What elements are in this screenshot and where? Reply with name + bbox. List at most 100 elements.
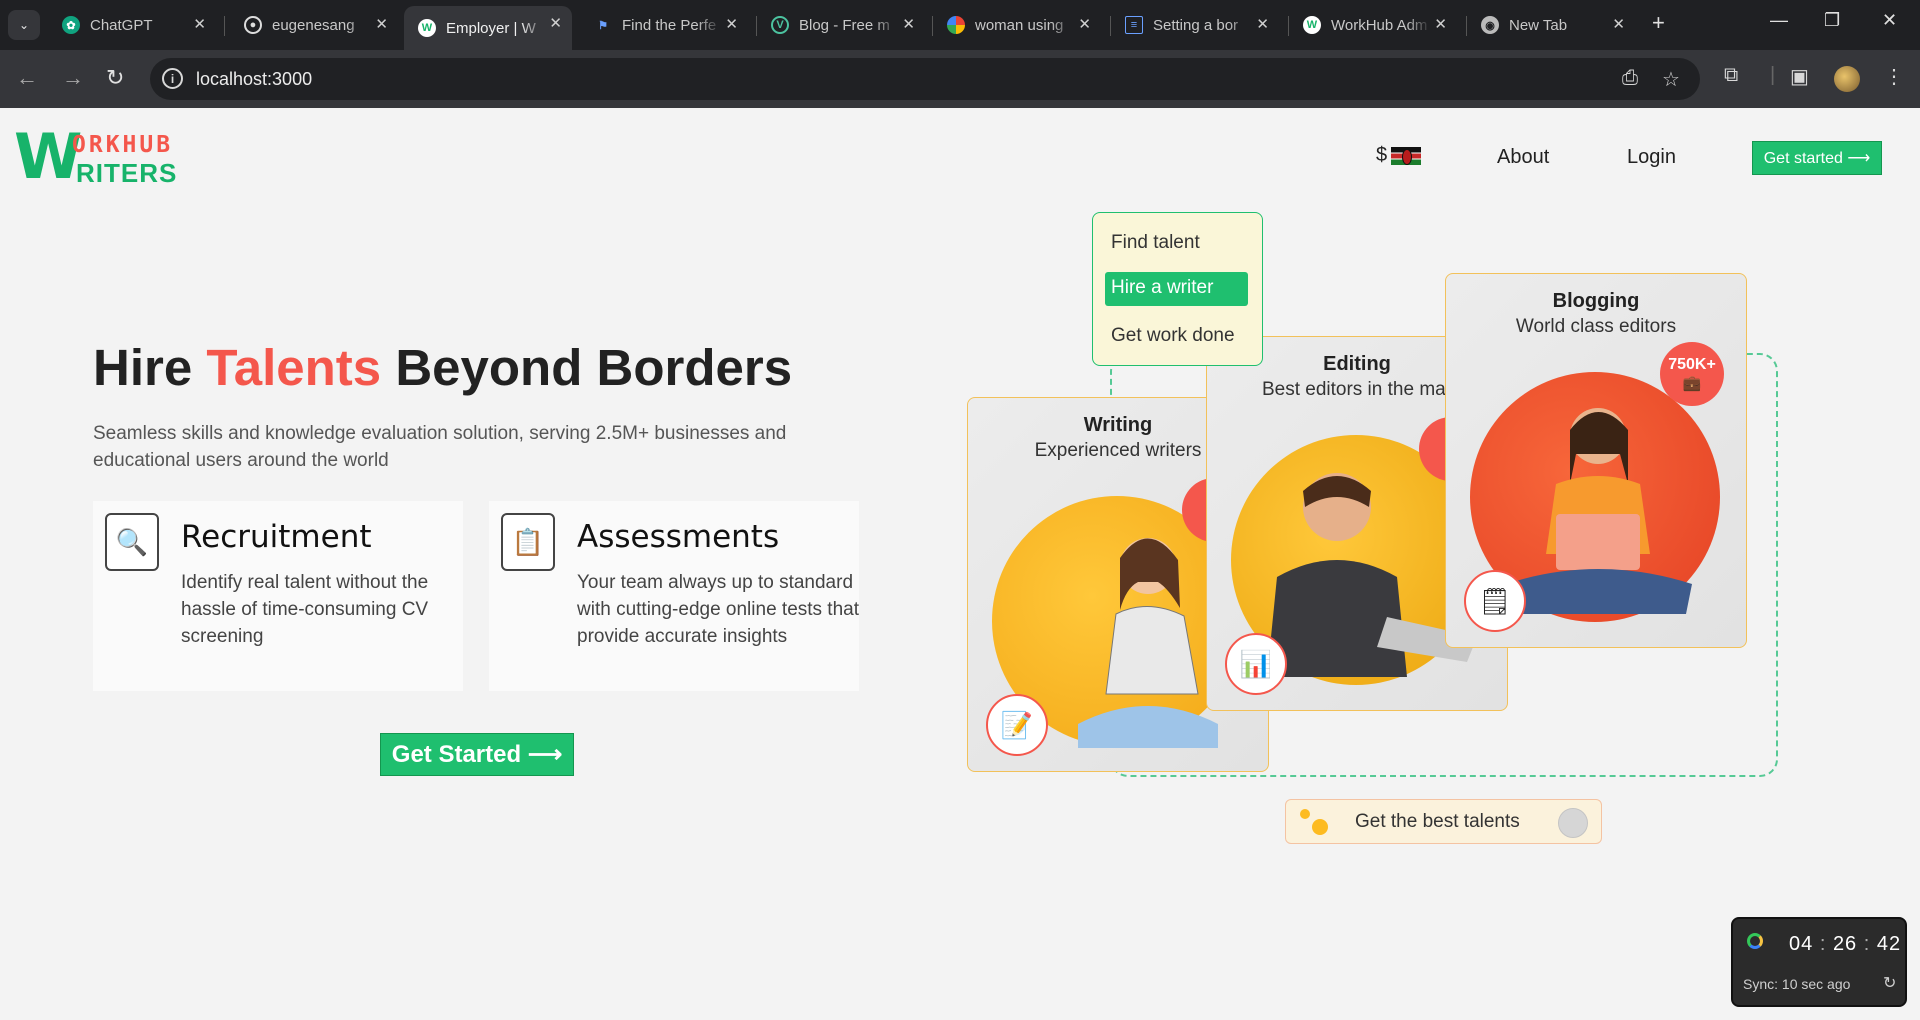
timer-seconds: 42 — [1876, 933, 1902, 955]
close-icon[interactable]: ✕ — [1612, 15, 1625, 33]
tab-title: ChatGPT — [90, 16, 153, 34]
close-icon[interactable]: ✕ — [549, 14, 562, 32]
nav-about[interactable]: About — [1497, 146, 1549, 169]
hire-menu-popup: Find talent Hire a writer Get work done — [1092, 212, 1263, 366]
blog-icon: 🗒 — [1464, 570, 1526, 632]
menu-item-find-talent[interactable]: Find talent — [1111, 232, 1200, 254]
currency-symbol: $ — [1376, 144, 1388, 166]
get-started-nav-button[interactable]: Get started ⟶ — [1752, 141, 1882, 175]
tab-title: New Tab — [1509, 16, 1568, 34]
card-subtitle: World class editors — [1515, 316, 1677, 337]
install-app-icon[interactable]: ⎙ — [1622, 67, 1638, 90]
feature-text: Identify real talent without the hassle … — [181, 572, 429, 647]
bookmark-star-icon[interactable]: ☆ — [1662, 67, 1680, 92]
feature-title: Recruitment — [181, 519, 372, 555]
logo-mark: W — [14, 120, 82, 193]
feature-card-recruitment: 🔍 Recruitment Identify real talent witho… — [93, 501, 463, 691]
tab-separator — [224, 16, 225, 36]
card-title: Blogging — [1552, 290, 1640, 312]
hero-title: Hire Talents Beyond Borders — [93, 338, 792, 397]
github-icon: ● — [244, 16, 262, 34]
feature-text: Your team always up to standard with cut… — [577, 572, 860, 647]
side-panel-icon[interactable]: ▣ — [1790, 64, 1809, 89]
close-icon[interactable]: ✕ — [1256, 15, 1269, 33]
chart-icon: 📊 — [1225, 633, 1287, 695]
timer-time: 04 : 26 : 42 — [1789, 933, 1901, 956]
woman-thinking-image — [1078, 538, 1218, 748]
decor-dot — [1300, 809, 1310, 819]
tab-blog[interactable]: V Blog - Free m ✕ — [757, 7, 925, 43]
new-tab-button[interactable]: + — [1652, 10, 1665, 36]
restore-icon[interactable]: ❐ — [1824, 10, 1840, 31]
close-icon[interactable]: ✕ — [1078, 15, 1091, 33]
close-window-icon[interactable]: ✕ — [1882, 10, 1897, 31]
minimize-icon[interactable]: — — [1770, 10, 1788, 31]
card-badge-value: 750K+ — [1668, 356, 1716, 373]
close-icon[interactable]: ✕ — [193, 15, 206, 33]
card-badge: 750K+ 💼 — [1660, 342, 1724, 406]
toolbar-divider: | — [1770, 64, 1776, 86]
tab-title: Find the Perfe — [622, 16, 717, 34]
hero-title-post: Beyond Borders — [381, 339, 793, 396]
tab-title: Setting a bor — [1153, 16, 1239, 34]
reload-icon[interactable]: ↻ — [106, 65, 124, 91]
tab-new-tab[interactable]: ◉ New Tab ✕ — [1467, 7, 1635, 43]
timer-colon: : — [1863, 933, 1871, 955]
tab-title: WorkHub Adm — [1331, 16, 1428, 34]
tab-title: Employer | W — [446, 19, 536, 37]
tab-find-the-perfect[interactable]: ⚑ Find the Perfe ✕ — [580, 7, 748, 43]
menu-item-get-work-done[interactable]: Get work done — [1111, 325, 1235, 347]
workhub-icon: W — [418, 19, 436, 37]
feature-title: Assessments — [577, 519, 780, 555]
currency-selector[interactable]: $ — [1376, 144, 1422, 167]
doc-icon: ≡ — [1125, 16, 1143, 34]
url-text[interactable]: localhost:3000 — [196, 69, 312, 90]
tab-title: woman using — [975, 16, 1064, 34]
hero-title-accent: Talents — [206, 339, 382, 396]
pill-toggle[interactable] — [1558, 808, 1588, 838]
timer-widget[interactable]: 04 : 26 : 42 Sync: 10 sec ago ↻ — [1731, 917, 1907, 1007]
hero-title-pre: Hire — [93, 339, 207, 396]
back-icon[interactable]: ← — [16, 65, 38, 91]
hero-subtitle: Seamless skills and knowledge evaluation… — [93, 423, 787, 471]
tab-setting-a-border[interactable]: ≡ Setting a bor ✕ — [1111, 7, 1279, 43]
timer-hours: 04 — [1789, 933, 1814, 955]
more-menu-icon[interactable]: ⋮ — [1884, 64, 1904, 89]
sync-icon[interactable]: ↻ — [1883, 973, 1896, 993]
close-icon[interactable]: ✕ — [902, 15, 915, 33]
nav-login[interactable]: Login — [1627, 146, 1676, 169]
best-talents-label: Get the best talents — [1355, 811, 1520, 832]
vuetify-icon: V — [771, 16, 789, 34]
assessment-icon: 📋 — [501, 513, 555, 571]
tab-chatgpt[interactable]: ✿ ChatGPT ✕ — [48, 7, 216, 43]
get-started-button[interactable]: Get Started ⟶ — [380, 733, 574, 776]
tab-workhub-admin[interactable]: W WorkHub Adm ✕ — [1289, 7, 1457, 43]
close-icon[interactable]: ✕ — [375, 15, 388, 33]
tab-search-button[interactable]: ⌄ — [8, 10, 40, 40]
tab-title: eugenesang — [272, 16, 355, 34]
chrome-icon: ◉ — [1481, 16, 1499, 34]
best-talents-pill[interactable]: Get the best talents — [1285, 799, 1602, 844]
tab-employer[interactable]: W Employer | W ✕ — [404, 6, 572, 50]
forward-icon[interactable]: → — [62, 65, 84, 91]
flag-icon: ⚑ — [598, 19, 608, 32]
decor-dot — [1312, 819, 1328, 835]
menu-item-hire-a-writer[interactable]: Hire a writer — [1105, 272, 1248, 306]
browser-toolbar: ← → ↻ i localhost:3000 ⎙ ☆ ⧉ | ▣ ⋮ — [0, 50, 1920, 108]
logo-text-top: ORKHUB — [72, 132, 174, 158]
close-icon[interactable]: ✕ — [1434, 15, 1447, 33]
tab-eugenesang[interactable]: ● eugenesang ✕ — [230, 7, 398, 43]
tab-title: Blog - Free m — [799, 16, 890, 34]
close-icon[interactable]: ✕ — [725, 15, 738, 33]
site-info-icon[interactable]: i — [162, 68, 183, 89]
tab-woman-using[interactable]: woman using ✕ — [933, 7, 1101, 43]
extensions-icon[interactable]: ⧉ — [1724, 64, 1738, 87]
address-bar[interactable]: i localhost:3000 ⎙ ☆ — [150, 58, 1700, 100]
briefcase-icon: 💼 — [1682, 375, 1702, 392]
feature-card-assessments: 📋 Assessments Your team always up to sta… — [489, 501, 859, 691]
workhub-logo[interactable]: W ORKHUB RITERS — [14, 120, 204, 193]
timer-sync-text: Sync: 10 sec ago — [1743, 976, 1851, 992]
profile-avatar[interactable] — [1834, 66, 1860, 92]
chatgpt-icon: ✿ — [62, 16, 80, 34]
kenya-flag-icon — [1391, 146, 1422, 165]
